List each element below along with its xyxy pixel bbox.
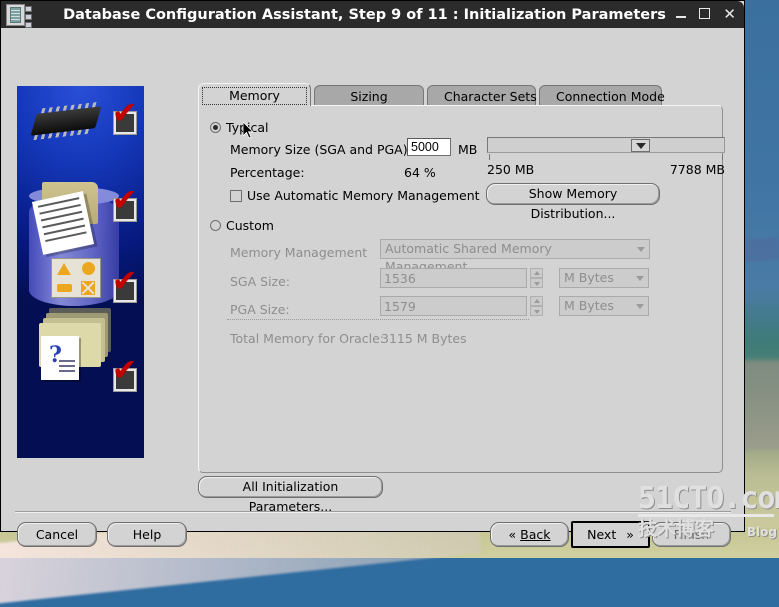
maximize-button[interactable] — [699, 7, 711, 22]
total-memory-value: 3115 M Bytes — [381, 331, 467, 346]
total-memory-label: Total Memory for Oracle: — [230, 331, 385, 346]
window-title: Database Configuration Assistant, Step 9… — [63, 6, 666, 23]
memory-size-input[interactable] — [407, 138, 451, 156]
tab-sizing[interactable]: Sizing — [314, 85, 424, 106]
slider-tick-max — [722, 154, 723, 160]
tab-connection-mode[interactable]: Connection Mode — [539, 85, 665, 106]
sga-stepper-down[interactable] — [530, 278, 543, 288]
tab-sizing-label: Sizing — [350, 89, 388, 104]
pga-size-stepper[interactable] — [530, 296, 543, 316]
pga-size-input[interactable]: 1579 — [380, 296, 527, 316]
question-document-icon: ? — [41, 336, 79, 380]
typical-radio[interactable]: Typical — [210, 120, 269, 135]
chevron-down-icon — [637, 247, 645, 252]
slider-max-label: 7788 MB — [669, 162, 725, 177]
back-button-label: Back — [520, 527, 551, 542]
tab-focus-ring — [202, 87, 307, 105]
cpu-chip-icon — [30, 106, 102, 136]
tab-character-sets[interactable]: Character Sets — [427, 85, 537, 106]
finish-button[interactable]: Finish — [652, 522, 731, 547]
wizard-illustration: ? ✔ ✔ ✔ ✔ — [17, 86, 144, 458]
step-check-1: ✔ — [112, 99, 137, 135]
back-chevron-icon: « — [508, 527, 517, 542]
tab-character-sets-label: Character Sets — [444, 89, 537, 104]
footer-divider — [15, 511, 731, 513]
sga-size-input[interactable]: 1536 — [380, 268, 527, 288]
memory-size-unit: MB — [458, 142, 478, 157]
pga-unit-value: M Bytes — [564, 298, 614, 313]
title-bar[interactable]: Database Configuration Assistant, Step 9… — [1, 1, 744, 28]
sga-unit-value: M Bytes — [564, 270, 614, 285]
custom-radio[interactable]: Custom — [210, 218, 274, 233]
sga-size-label: SGA Size: — [230, 274, 291, 289]
slider-tick-min — [489, 154, 490, 160]
slider-track[interactable] — [487, 137, 725, 153]
help-button[interactable]: Help — [107, 522, 187, 547]
memory-size-slider[interactable]: 250 MB 7788 MB — [487, 137, 725, 177]
sga-stepper-up[interactable] — [530, 268, 543, 278]
mouse-cursor — [243, 122, 254, 139]
shapes-palette-icon — [51, 258, 101, 298]
cancel-button[interactable]: Cancel — [17, 522, 97, 547]
percentage-label: Percentage: — [230, 165, 305, 180]
documents-icon — [31, 191, 95, 255]
all-initialization-parameters-button[interactable]: All Initialization Parameters... — [198, 476, 383, 514]
chip-glyph — [10, 6, 21, 23]
next-chevron-icon: » — [626, 527, 634, 542]
show-memory-distribution-button[interactable]: Show Memory Distribution... — [486, 183, 660, 221]
typical-radio-mark — [210, 122, 221, 133]
tab-memory[interactable]: Memory — [198, 83, 311, 106]
step-check-2: ✔ — [112, 186, 137, 222]
question-mark-glyph: ? — [49, 342, 62, 368]
rectangle-icon — [56, 283, 72, 292]
memory-management-combo[interactable]: Automatic Shared Memory Management — [380, 239, 650, 274]
pga-stepper-down[interactable] — [530, 306, 543, 316]
circle-icon — [81, 262, 95, 275]
memory-management-label: Memory Management — [230, 245, 368, 260]
tab-bar: Memory Sizing Character Sets Connection … — [198, 83, 723, 106]
slider-thumb[interactable] — [631, 139, 650, 152]
close-button[interactable]: ✕ — [723, 7, 736, 22]
sga-size-stepper[interactable] — [530, 268, 543, 288]
window-body: ? ✔ ✔ ✔ ✔ Memory Sizing Character Sets C… — [1, 28, 744, 548]
use-amm-checkbox-box — [230, 190, 242, 202]
tab-connection-mode-label: Connection Mode — [556, 89, 665, 104]
step-check-3: ✔ — [112, 267, 137, 303]
triangle-icon — [57, 262, 71, 275]
next-button[interactable]: Next » — [571, 521, 650, 548]
use-amm-label: Use Automatic Memory Management — [247, 188, 480, 203]
pga-size-label: PGA Size: — [230, 302, 290, 317]
use-amm-checkbox[interactable]: Use Automatic Memory Management — [230, 188, 480, 203]
dbca-window: Database Configuration Assistant, Step 9… — [0, 0, 745, 548]
chevron-down-icon — [636, 276, 644, 281]
chevron-down-icon — [636, 304, 644, 309]
step-check-4: ✔ — [112, 356, 137, 392]
x-shape-icon — [81, 280, 95, 295]
window-controls: ✕ — [676, 1, 736, 28]
sga-unit-combo[interactable]: M Bytes — [559, 268, 649, 288]
custom-radio-label: Custom — [226, 218, 274, 233]
total-separator — [227, 319, 529, 320]
percentage-value: 64 % — [404, 165, 436, 180]
title-icon-dots — [25, 6, 32, 28]
minimize-button[interactable] — [676, 8, 687, 21]
next-button-label: Next — [587, 527, 617, 542]
memory-tab-panel: Typical Memory Size (SGA and PGA): MB 25… — [198, 105, 725, 473]
custom-radio-mark — [210, 220, 221, 231]
pga-stepper-up[interactable] — [530, 296, 543, 306]
slider-min-label: 250 MB — [487, 162, 535, 177]
pga-unit-combo[interactable]: M Bytes — [559, 296, 649, 316]
back-button[interactable]: « Back — [490, 522, 569, 547]
memory-size-label: Memory Size (SGA and PGA): — [230, 142, 412, 157]
database-chip-icon — [6, 3, 25, 26]
